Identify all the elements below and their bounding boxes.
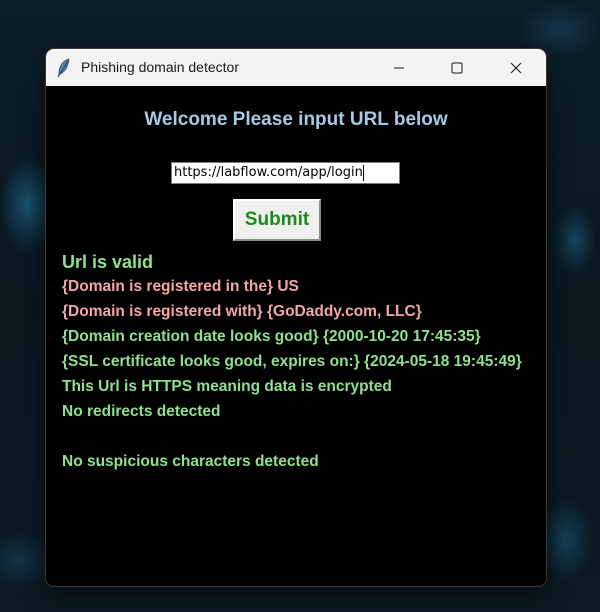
- result-redirects: No redirects detected: [62, 403, 221, 420]
- submit-button[interactable]: Submit: [233, 199, 321, 241]
- result-creation-date: {Domain creation date looks good} {2000-…: [62, 328, 481, 345]
- minimize-icon: [394, 67, 404, 69]
- result-registrar: {Domain is registered with} {GoDaddy.com…: [62, 303, 422, 320]
- result-ssl: {SSL certificate looks good, expires on:…: [62, 353, 522, 370]
- maximize-button[interactable]: [434, 49, 480, 86]
- window-title: Phishing domain detector: [81, 59, 239, 75]
- maximize-icon: [451, 62, 463, 74]
- url-input[interactable]: https://labflow.com/app/login: [171, 162, 400, 184]
- result-suspicious-chars: No suspicious characters detected: [62, 453, 319, 470]
- title-bar[interactable]: Phishing domain detector: [46, 49, 546, 86]
- main-panel: Welcome Please input URL below https://l…: [46, 86, 546, 586]
- text-caret: [362, 164, 364, 181]
- welcome-label: Welcome Please input URL below: [144, 109, 448, 130]
- url-valid-status: Url is valid: [62, 252, 154, 272]
- close-icon: [510, 62, 522, 74]
- app-window: Phishing domain detector Welcome Please …: [46, 49, 546, 586]
- close-button[interactable]: [493, 49, 539, 86]
- result-country: {Domain is registered in the} US: [62, 278, 299, 295]
- feather-icon: [56, 58, 72, 78]
- minimize-button[interactable]: [376, 49, 422, 86]
- url-input-value: https://labflow.com/app/login: [174, 165, 363, 180]
- result-https: This Url is HTTPS meaning data is encryp…: [62, 378, 392, 395]
